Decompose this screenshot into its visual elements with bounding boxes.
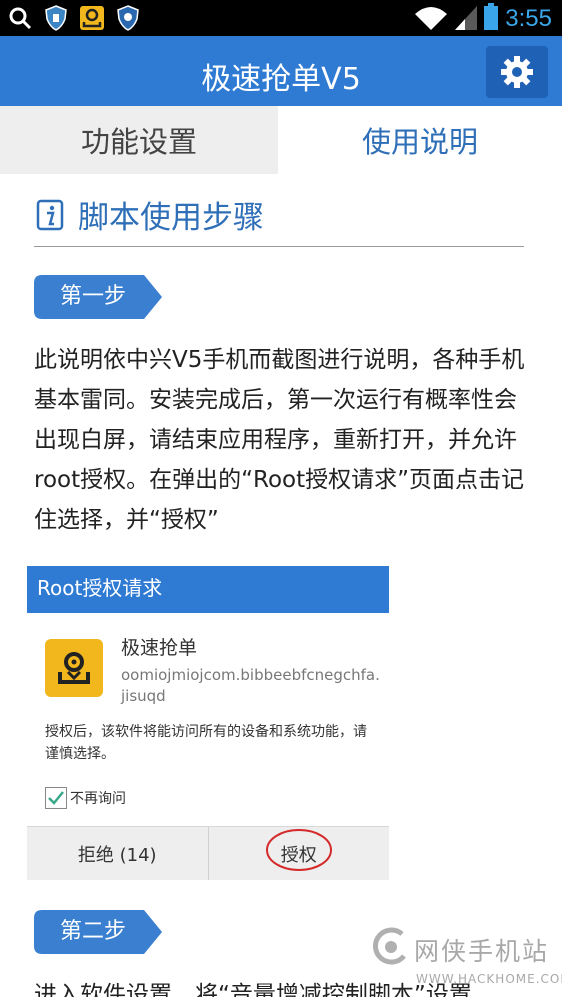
watermark-logo-icon — [372, 927, 406, 965]
deny-button[interactable]: 拒绝 (14) — [27, 827, 208, 880]
watermark-name: 网侠手机站 — [414, 937, 550, 966]
watermark: 网侠手机站 WWW.HACKHOME.COM — [372, 924, 562, 994]
battery-icon — [483, 3, 499, 35]
search-icon — [6, 4, 34, 32]
app-name: 极速抢单 — [121, 637, 198, 659]
signal-icon — [455, 4, 478, 34]
step-label: 第二步 — [59, 919, 126, 944]
gear-icon — [501, 56, 533, 88]
settings-button[interactable] — [486, 46, 548, 98]
section-title: 脚本使用步骤 — [78, 200, 264, 236]
grant-label-wrap: 授权 — [265, 828, 332, 871]
tab-bar: 功能设置 使用说明 — [0, 106, 562, 174]
app-title: 极速抢单V5 — [201, 62, 361, 97]
checkbox-label: 不再询问 — [70, 791, 126, 807]
tab-usage-instructions[interactable]: 使用说明 — [278, 106, 562, 174]
wifi-icon — [413, 4, 449, 34]
badge-icon — [114, 4, 142, 32]
clock: 3:55 — [505, 5, 552, 32]
shield-icon — [42, 4, 70, 32]
highlight-circle — [265, 828, 332, 871]
root-dialog-screenshot: Root授权请求 极速抢单 oomiojmiojcom.bibbeebfcneg… — [27, 566, 389, 880]
app-logo-icon — [45, 639, 103, 697]
location-icon — [78, 4, 106, 32]
remember-checkbox[interactable]: 不再询问 — [45, 787, 126, 809]
tab-function-settings[interactable]: 功能设置 — [0, 106, 278, 174]
divider — [34, 246, 524, 247]
info-icon — [36, 199, 64, 230]
step1-description: 此说明依中兴V5手机而截图进行说明，各种手机基本雷同。安装完成后，第一次运行有概… — [34, 347, 525, 533]
step-badge-2: 第二步 — [34, 910, 164, 954]
status-bar: 3:55 — [0, 0, 562, 36]
app-header: 极速抢单V5 — [0, 36, 562, 106]
dialog-body: 极速抢单 oomiojmiojcom.bibbeebfcnegchfa.jisu… — [27, 613, 389, 826]
permission-warning: 授权后，该软件将能访问所有的设备和系统功能，请谨慎选择。 — [45, 724, 367, 762]
dialog-title: Root授权请求 — [27, 566, 389, 613]
dialog-buttons: 拒绝 (14) 授权 — [27, 826, 389, 880]
package-name: oomiojmiojcom.bibbeebfcnegchfa.jisuqd — [121, 666, 380, 705]
checkbox-check-icon — [45, 787, 67, 809]
step-badge-1: 第一步 — [34, 275, 164, 319]
grant-button[interactable]: 授权 — [207, 827, 389, 880]
section-header: 脚本使用步骤 — [36, 192, 264, 237]
watermark-url: WWW.HACKHOME.COM — [416, 972, 562, 986]
step-label: 第一步 — [59, 284, 126, 309]
